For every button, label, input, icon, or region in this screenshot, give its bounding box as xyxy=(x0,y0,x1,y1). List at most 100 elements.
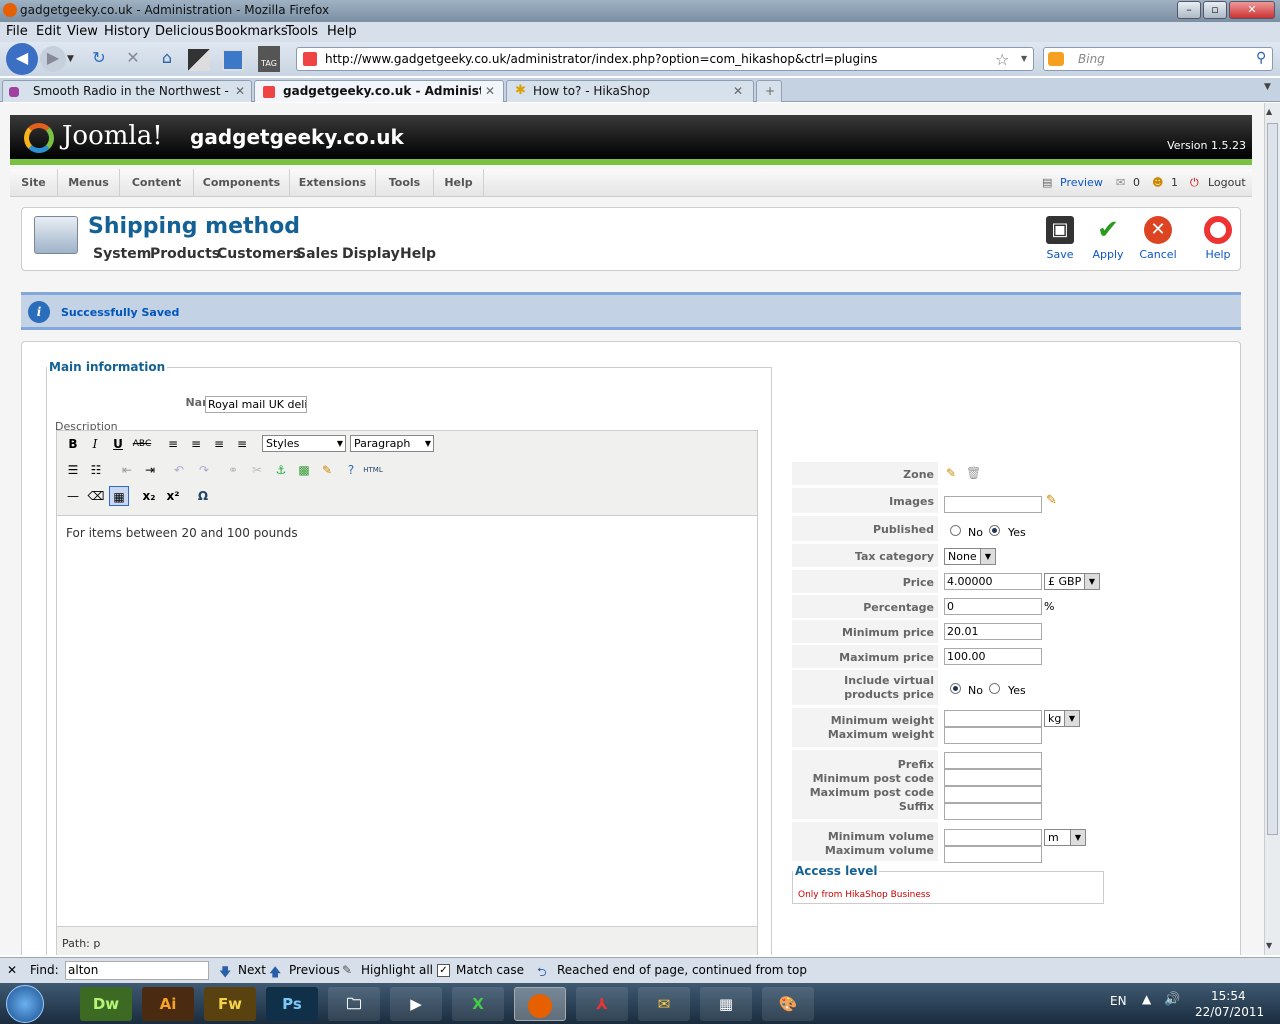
redo-icon[interactable]: ↷ xyxy=(194,460,214,480)
menu-tools[interactable]: Tools xyxy=(286,24,318,39)
published-yes-radio[interactable] xyxy=(989,525,1000,536)
min-volume-input[interactable] xyxy=(944,829,1042,846)
scroll-down-icon[interactable]: ▼ xyxy=(1266,941,1272,950)
volume-unit-select[interactable]: m ▼ xyxy=(1044,829,1086,846)
editor-help-icon[interactable]: ? xyxy=(341,460,361,480)
apply-button[interactable]: ✔ Apply xyxy=(1082,216,1134,261)
language-indicator[interactable]: EN xyxy=(1110,994,1127,1008)
find-previous-button[interactable]: Previous xyxy=(289,963,340,977)
min-weight-input[interactable] xyxy=(944,710,1042,727)
excel-icon[interactable]: X xyxy=(452,987,504,1021)
unlink-icon[interactable]: ✂ xyxy=(247,460,267,480)
cleanup-icon[interactable]: ✎ xyxy=(317,460,337,480)
close-find-icon[interactable]: ✕ xyxy=(7,963,17,977)
reload-icon[interactable]: ↻ xyxy=(86,46,112,72)
tab-gadgetgeeky[interactable]: gadgetgeeky.co.uk - Administrati... ✕ xyxy=(254,80,504,102)
suffix-input[interactable] xyxy=(944,803,1042,820)
weight-unit-select[interactable]: kg ▼ xyxy=(1044,710,1080,727)
underline-button[interactable]: U xyxy=(108,434,128,454)
cancel-button[interactable]: ✕ Cancel xyxy=(1132,216,1184,261)
min-price-input[interactable]: 20.01 xyxy=(944,623,1042,640)
paragraph-select[interactable]: Paragraph ▼ xyxy=(350,435,434,452)
maximize-button[interactable]: ▫ xyxy=(1203,1,1227,19)
tab-hikashop[interactable]: ✱ How to? - HikaShop ✕ xyxy=(506,80,754,102)
menu-view[interactable]: View xyxy=(67,24,98,39)
tax-category-select[interactable]: None ▼ xyxy=(944,548,996,565)
match-case-checkbox[interactable]: ✓ xyxy=(437,964,450,977)
styles-select[interactable]: Styles ▼ xyxy=(262,435,346,452)
menu-delicious[interactable]: Delicious xyxy=(155,24,214,39)
admin-menu-site[interactable]: Site xyxy=(10,169,58,197)
home-icon[interactable]: ⌂ xyxy=(154,46,180,72)
tab-close-icon[interactable]: ✕ xyxy=(235,84,245,98)
tab-close-icon[interactable]: ✕ xyxy=(485,84,495,98)
tab-list-icon[interactable]: ▼ xyxy=(1264,82,1271,92)
percentage-input[interactable]: 0 xyxy=(944,598,1042,615)
explorer-icon[interactable]: 🗀 xyxy=(328,987,380,1021)
find-next-button[interactable]: Next xyxy=(238,963,266,977)
forward-button[interactable]: ▶ xyxy=(40,46,66,72)
screenshot-addon-icon[interactable] xyxy=(188,49,210,71)
search-bar[interactable]: Bing ⚲ xyxy=(1043,47,1273,71)
indent-icon[interactable]: ⇥ xyxy=(140,460,160,480)
search-icon[interactable]: ⚲ xyxy=(1256,50,1266,66)
taskbar-dreamweaver[interactable]: Dw xyxy=(80,987,132,1021)
page-scrollbar[interactable]: ▲ ▼ xyxy=(1264,103,1280,955)
preview-link[interactable]: Preview xyxy=(1060,169,1103,197)
min-post-input[interactable] xyxy=(944,769,1042,786)
submenu-display[interactable]: Display xyxy=(342,246,400,262)
zone-delete-icon[interactable]: 🗑 xyxy=(966,466,981,480)
scroll-up-icon[interactable]: ▲ xyxy=(1266,107,1272,116)
align-left-icon[interactable]: ≡ xyxy=(163,434,183,454)
zone-edit-icon[interactable]: ✎ xyxy=(946,466,956,480)
price-input[interactable]: 4.00000 xyxy=(944,573,1042,590)
back-button[interactable]: ◀ xyxy=(6,43,38,75)
admin-menu-extensions[interactable]: Extensions xyxy=(290,169,376,197)
link-icon[interactable]: ⚭ xyxy=(223,460,243,480)
tag-icon[interactable]: TAG xyxy=(258,46,280,72)
outdent-icon[interactable]: ⇤ xyxy=(117,460,137,480)
taskbar-illustrator[interactable]: Ai xyxy=(142,987,194,1021)
admin-menu-content[interactable]: Content xyxy=(120,169,194,197)
tray-expand-icon[interactable]: ▲ xyxy=(1142,992,1151,1006)
bold-button[interactable]: B xyxy=(63,434,83,454)
max-price-input[interactable]: 100.00 xyxy=(944,648,1042,665)
undo-icon[interactable]: ↶ xyxy=(169,460,189,480)
menu-edit[interactable]: Edit xyxy=(36,24,61,39)
menu-history[interactable]: History xyxy=(104,24,150,39)
history-dropdown-icon[interactable]: ▼ xyxy=(67,54,74,64)
tab-smooth-radio[interactable]: Smooth Radio in the Northwest - D... ✕ xyxy=(2,80,252,102)
name-input[interactable]: Royal mail UK delive xyxy=(205,396,307,413)
submenu-sales[interactable]: Sales xyxy=(296,246,338,262)
star-icon[interactable]: ☆ xyxy=(995,50,1009,69)
clock-date[interactable]: 22/07/2011 xyxy=(1195,1005,1264,1019)
taskbar-fireworks[interactable]: Fw xyxy=(204,987,256,1021)
align-justify-icon[interactable]: ≡ xyxy=(232,434,252,454)
submenu-customers[interactable]: Customers xyxy=(217,246,301,262)
help-button[interactable]: Help xyxy=(1192,216,1244,261)
admin-menu-components[interactable]: Components xyxy=(194,169,290,197)
new-tab-button[interactable]: + xyxy=(756,80,782,102)
find-input[interactable]: alton xyxy=(65,961,209,980)
url-bar[interactable]: http://www.gadgetgeeky.co.uk/administrat… xyxy=(296,47,1034,71)
currency-select[interactable]: £ GBP ▼ xyxy=(1044,573,1100,590)
images-input[interactable] xyxy=(944,496,1042,513)
start-button[interactable] xyxy=(6,985,44,1023)
admin-menu-tools[interactable]: Tools xyxy=(376,169,434,197)
max-weight-input[interactable] xyxy=(944,727,1042,744)
menu-file[interactable]: File xyxy=(6,24,28,39)
align-right-icon[interactable]: ≡ xyxy=(209,434,229,454)
menu-help[interactable]: Help xyxy=(327,24,357,39)
prefix-input[interactable] xyxy=(944,752,1042,769)
submenu-help[interactable]: Help xyxy=(400,246,436,262)
taskbar-photoshop[interactable]: Ps xyxy=(266,987,318,1021)
clock-time[interactable]: 15:54 xyxy=(1211,989,1246,1003)
anchor-icon[interactable]: ⚓ xyxy=(271,460,291,480)
stop-icon[interactable]: ✕ xyxy=(120,46,146,72)
max-post-input[interactable] xyxy=(944,786,1042,803)
virtual-no-radio[interactable] xyxy=(950,683,961,694)
horizontal-rule-icon[interactable]: — xyxy=(63,486,83,506)
remove-format-icon[interactable]: ⌫ xyxy=(86,486,106,506)
numbered-list-icon[interactable]: ☷ xyxy=(86,460,106,480)
media-player-icon[interactable]: ▶ xyxy=(390,987,442,1021)
